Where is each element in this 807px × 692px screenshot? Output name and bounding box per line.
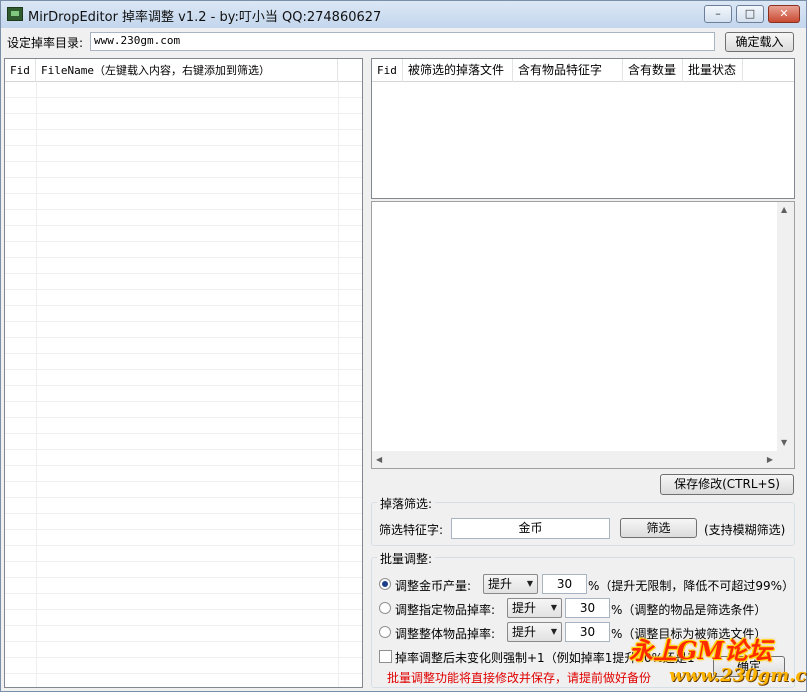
radio-specific-item-rate[interactable] (379, 602, 391, 614)
column-filtered-file[interactable]: 被筛选的掉落文件 (403, 59, 513, 82)
option-overall-item-label[interactable]: 调整整体物品掉率: (395, 625, 495, 642)
gold-mode-select[interactable]: 提升 ▼ (483, 574, 538, 594)
gold-percent-input[interactable]: 30 (542, 574, 587, 594)
filter-hint: (支持模糊筛选) (704, 523, 786, 537)
chevron-down-icon: ▼ (550, 603, 557, 612)
specific-item-mode-value: 提升 (512, 601, 537, 615)
column-keyword[interactable]: 含有物品特征字 (513, 59, 623, 82)
title-bar[interactable]: MirDropEditor 掉率调整 v1.2 - by:叮小当 QQ:2748… (1, 1, 806, 28)
minimize-button[interactable]: – (704, 5, 732, 23)
force-increment-checkbox[interactable] (379, 650, 392, 663)
filtered-list-body[interactable] (372, 82, 794, 198)
load-button[interactable]: 确定载入 (725, 32, 794, 52)
keyword-label: 筛选特征字: (379, 523, 444, 537)
vertical-scrollbar[interactable]: ▲ ▼ (777, 202, 794, 451)
content-textarea[interactable]: ▲ ▼ ◀ ▶ (371, 201, 795, 469)
file-list-header: Fid FileName（左键载入内容，右键添加到筛选） (5, 59, 362, 82)
specific-item-percent-input[interactable]: 30 (565, 598, 610, 618)
option-specific-item-label[interactable]: 调整指定物品掉率: (395, 601, 495, 618)
grid-line (338, 82, 339, 687)
column-filename[interactable]: FileName（左键载入内容，右键添加到筛选） (36, 59, 338, 82)
column-count[interactable]: 含有数量 (623, 59, 683, 82)
scroll-up-arrow-icon[interactable]: ▲ (781, 205, 787, 215)
overall-item-percent-input[interactable]: 30 (565, 622, 610, 642)
force-increment-label[interactable]: 掉率调整后未变化则强制+1（例如掉率1提升20%还是1 (395, 649, 695, 666)
horizontal-scrollbar[interactable]: ◀ ▶ (372, 451, 777, 468)
filter-button[interactable]: 筛选 (620, 518, 697, 538)
gold-mode-value: 提升 (488, 577, 513, 591)
gold-percent-note: %（提升无限制，降低不可超过99%） (588, 579, 795, 593)
column-batch-status[interactable]: 批量状态 (683, 59, 743, 82)
save-button[interactable]: 保存修改(CTRL+S) (660, 474, 794, 495)
file-list-body[interactable] (5, 82, 362, 687)
filtered-list-header: Fid 被筛选的掉落文件 含有物品特征字 含有数量 批量状态 (372, 59, 794, 82)
file-list[interactable]: Fid FileName（左键载入内容，右键添加到筛选） (4, 58, 363, 688)
app-icon (7, 7, 23, 21)
scroll-left-arrow-icon[interactable]: ◀ (376, 455, 382, 465)
overall-item-note: %（调整目标为被筛选文件） (611, 627, 767, 641)
app-window: MirDropEditor 掉率调整 v1.2 - by:叮小当 QQ:2748… (0, 0, 807, 692)
maximize-button[interactable]: □ (736, 5, 764, 23)
directory-input[interactable]: www.230gm.com (90, 32, 715, 51)
batch-warning: 批量调整功能将直接修改并保存，请提前做好备份 (387, 671, 652, 685)
radio-overall-item-rate[interactable] (379, 626, 391, 638)
chevron-down-icon: ▼ (526, 579, 533, 588)
grid-line (36, 82, 37, 687)
option-gold-output-label[interactable]: 调整金币产量: (395, 577, 471, 594)
radio-gold-output[interactable] (379, 578, 391, 590)
filtered-list[interactable]: Fid 被筛选的掉落文件 含有物品特征字 含有数量 批量状态 (371, 58, 795, 199)
confirm-button[interactable]: 确定 (713, 656, 785, 677)
scrollbar-corner (777, 451, 794, 468)
keyword-input[interactable]: 金币 (451, 518, 610, 539)
scroll-down-arrow-icon[interactable]: ▼ (781, 438, 787, 448)
column-fid[interactable]: Fid (372, 59, 403, 82)
chevron-down-icon: ▼ (550, 627, 557, 636)
close-button[interactable]: ✕ (768, 5, 800, 23)
column-fid[interactable]: Fid (5, 59, 36, 82)
window-title: MirDropEditor 掉率调整 v1.2 - by:叮小当 QQ:2748… (28, 10, 382, 25)
batch-adjust-title: 批量调整: (377, 550, 436, 567)
overall-item-mode-select[interactable]: 提升 ▼ (507, 622, 562, 642)
overall-item-mode-value: 提升 (512, 625, 537, 639)
column-spacer (338, 59, 362, 82)
specific-item-note: %（调整的物品是筛选条件） (611, 603, 767, 617)
directory-label: 设定掉率目录: (7, 36, 84, 50)
scroll-right-arrow-icon[interactable]: ▶ (767, 455, 773, 465)
specific-item-mode-select[interactable]: 提升 ▼ (507, 598, 562, 618)
drop-filter-title: 掉落筛选: (377, 495, 436, 512)
